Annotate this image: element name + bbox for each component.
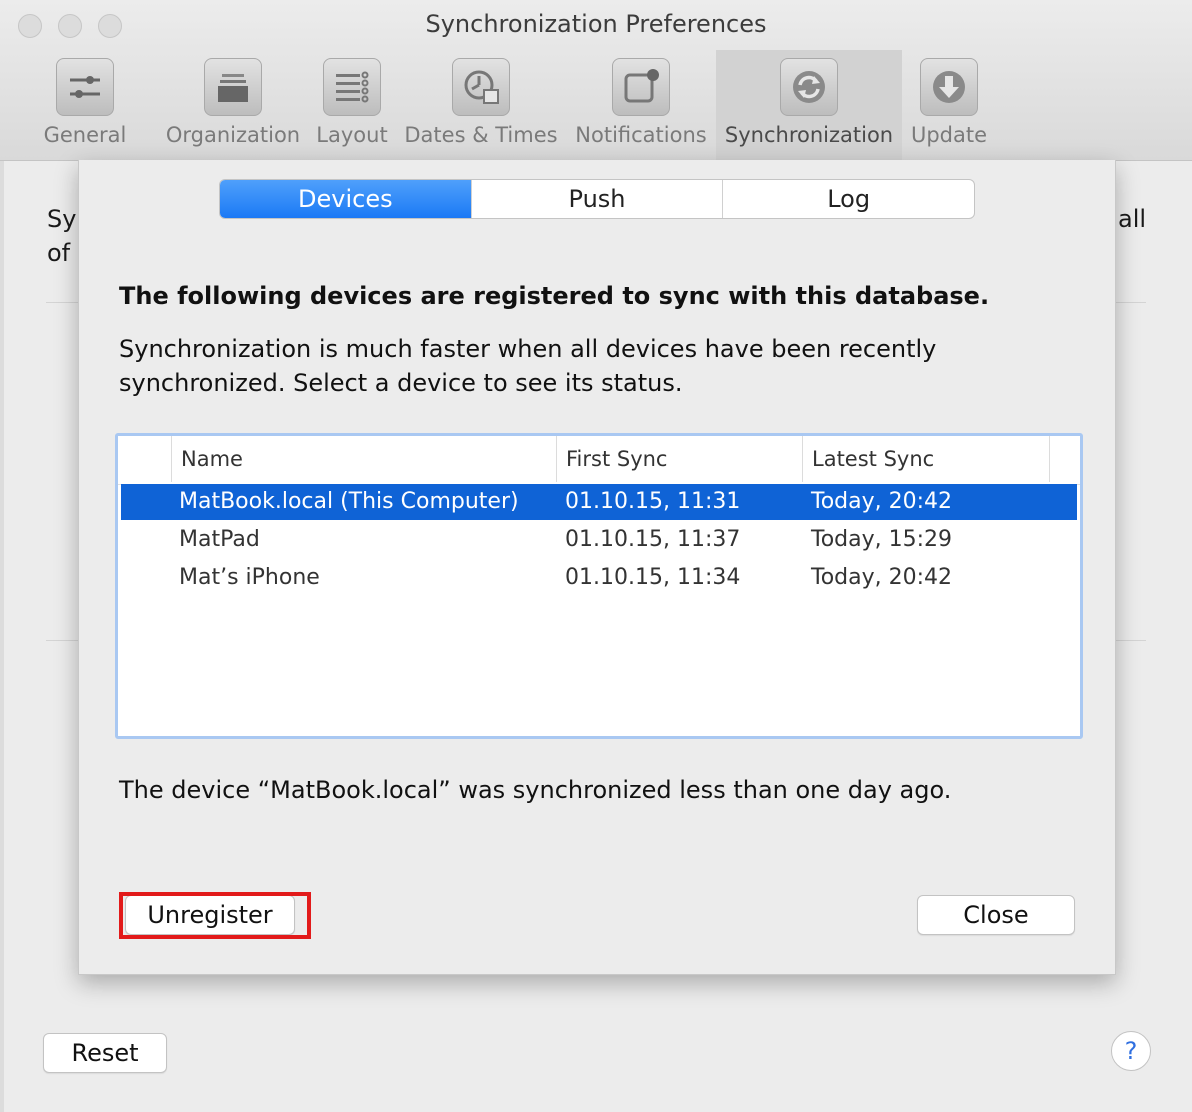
background-text: all: [1118, 205, 1147, 233]
window-title: Synchronization Preferences: [425, 10, 767, 38]
help-button[interactable]: ?: [1111, 1031, 1151, 1071]
clock-calendar-icon: [452, 58, 510, 116]
column-header-name[interactable]: Name: [171, 436, 558, 482]
devices-sheet: Devices Push Log The following devices a…: [78, 160, 1116, 975]
window-left-edge: [0, 0, 4, 1112]
column-header-latest-sync[interactable]: Latest Sync: [802, 436, 1050, 482]
toolbar-label: Notifications: [575, 123, 707, 147]
sheet-heading: The following devices are registered to …: [119, 282, 990, 310]
latest-sync: Today, 20:42: [811, 489, 953, 514]
first-sync: 01.10.15, 11:31: [565, 489, 741, 514]
toolbar-layout[interactable]: Layout: [308, 50, 396, 160]
toolbar-synchronization[interactable]: Synchronization: [716, 50, 902, 160]
sync-arrows-icon: [780, 58, 838, 116]
first-sync: 01.10.15, 11:34: [565, 565, 741, 590]
latest-sync: Today, 15:29: [811, 527, 953, 552]
toolbar-label: General: [43, 123, 127, 147]
segmented-control: Devices Push Log: [219, 179, 975, 219]
device-name: MatPad: [179, 527, 260, 552]
notification-badge-icon: [612, 58, 670, 116]
highlight-box: [119, 892, 311, 939]
toolbar-label: Update: [910, 123, 988, 147]
toolbar-label: Dates & Times: [404, 123, 558, 147]
toolbar-label: Organization: [165, 123, 301, 147]
toolbar-notifications[interactable]: Notifications: [570, 50, 712, 160]
list-layout-icon: [323, 58, 381, 116]
toolbar-label: Layout: [316, 123, 388, 147]
close-button[interactable]: Close: [917, 895, 1075, 935]
background-text: Sy: [47, 205, 77, 233]
toolbar-general[interactable]: General: [30, 50, 140, 160]
sheet-description: Synchronization is much faster when all …: [119, 335, 937, 397]
device-name: Mat’s iPhone: [179, 565, 320, 590]
toolbar-dates-times[interactable]: Dates & Times: [400, 50, 562, 160]
table-row[interactable]: MatBook.local (This Computer) 01.10.15, …: [121, 484, 1077, 520]
table-row[interactable]: Mat’s iPhone 01.10.15, 11:34 Today, 20:4…: [121, 560, 1077, 596]
tab-log[interactable]: Log: [722, 180, 974, 218]
titlebar: Synchronization Preferences General Orga…: [0, 0, 1192, 161]
sync-status-text: The device “MatBook.local” was synchroni…: [119, 776, 952, 804]
toolbar-label: Synchronization: [724, 123, 894, 147]
device-name: MatBook.local (This Computer): [179, 489, 519, 514]
table-header: Name First Sync Latest Sync: [118, 436, 1080, 485]
tray-stack-icon: [204, 58, 262, 116]
toolbar-organization[interactable]: Organization: [163, 50, 303, 160]
table-row[interactable]: MatPad 01.10.15, 11:37 Today, 15:29: [121, 522, 1077, 558]
tab-push[interactable]: Push: [470, 180, 723, 218]
tab-devices[interactable]: Devices: [220, 180, 471, 218]
column-header-first-sync[interactable]: First Sync: [556, 436, 804, 482]
first-sync: 01.10.15, 11:37: [565, 527, 741, 552]
reset-button[interactable]: Reset: [43, 1033, 167, 1073]
toolbar-update[interactable]: Update: [906, 50, 992, 160]
latest-sync: Today, 20:42: [811, 565, 953, 590]
devices-table[interactable]: Name First Sync Latest Sync MatBook.loca…: [115, 433, 1083, 739]
sliders-icon: [56, 58, 114, 116]
download-arrow-icon: [920, 58, 978, 116]
background-text: of: [47, 239, 71, 267]
